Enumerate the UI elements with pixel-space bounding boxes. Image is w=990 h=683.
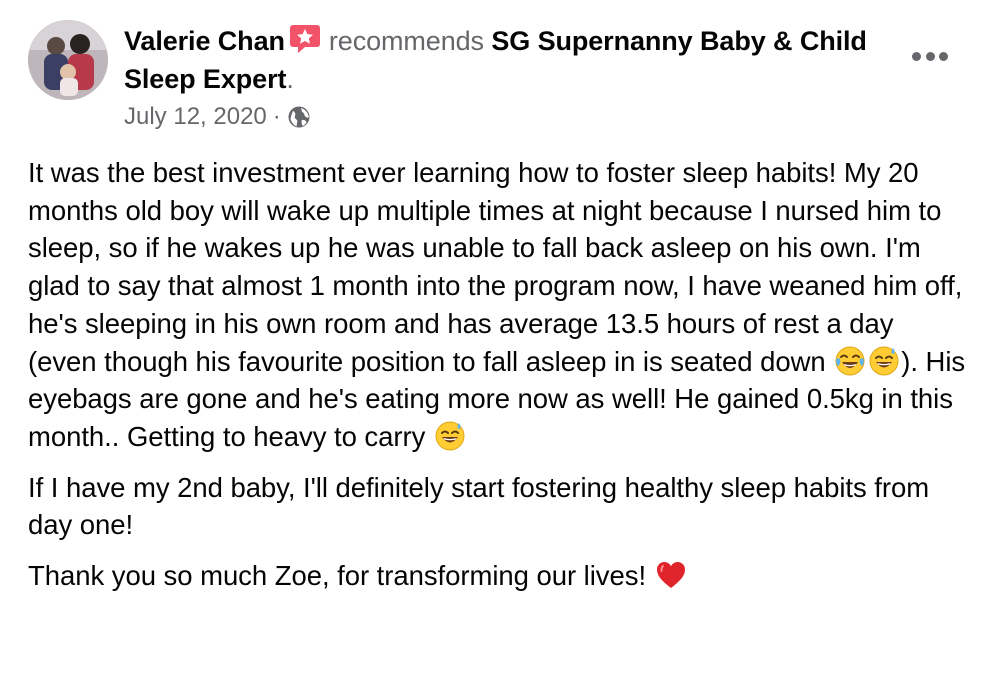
post-date[interactable]: July 12, 2020 bbox=[124, 100, 267, 134]
author-name[interactable]: Valerie Chan bbox=[124, 26, 285, 56]
red-heart-emoji bbox=[655, 559, 687, 591]
review-text: It was the best investment ever learning… bbox=[28, 154, 968, 608]
post-meta: July 12, 2020 · bbox=[124, 100, 894, 134]
more-dot bbox=[925, 51, 935, 61]
globe-icon[interactable] bbox=[287, 105, 311, 129]
post-title-line: Valerie Chan recommends SG Supernanny Ba… bbox=[124, 22, 894, 98]
meta-separator: · bbox=[272, 103, 281, 130]
recommends-verb: recommends bbox=[328, 26, 484, 56]
more-options-icon[interactable] bbox=[912, 48, 948, 64]
tears-of-joy-emoji bbox=[834, 345, 866, 377]
grinning-sweat-emoji bbox=[868, 345, 900, 377]
more-dot bbox=[912, 51, 921, 61]
review-paragraph-3: Thank you so much Zoe, for transforming … bbox=[28, 557, 968, 595]
paragraph-1-text-a: It was the best investment ever learning… bbox=[28, 157, 963, 377]
paragraph-3-text: Thank you so much Zoe, for transforming … bbox=[28, 560, 654, 592]
grinning-sweat-emoji bbox=[434, 420, 466, 452]
more-dot bbox=[939, 51, 948, 61]
recommend-star-icon bbox=[289, 24, 321, 54]
review-post: Valerie Chan recommends SG Supernanny Ba… bbox=[0, 0, 990, 683]
author-avatar[interactable] bbox=[28, 20, 108, 100]
title-period: . bbox=[286, 64, 294, 94]
review-paragraph-1: It was the best investment ever learning… bbox=[28, 154, 968, 456]
post-header: Valerie Chan recommends SG Supernanny Ba… bbox=[124, 22, 894, 134]
review-paragraph-2: If I have my 2nd baby, I'll definitely s… bbox=[28, 471, 930, 541]
